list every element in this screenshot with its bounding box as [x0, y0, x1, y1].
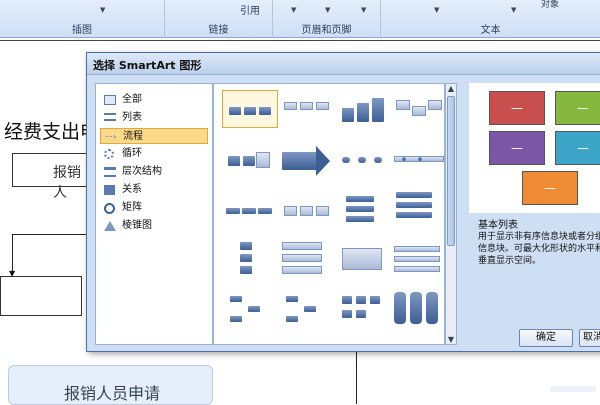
ribbon-group-header-footer: ▼ ▼ ▼ 页眉和页脚: [273, 0, 381, 38]
layout-thumbnail[interactable]: [336, 90, 392, 128]
layout-thumbnail[interactable]: [390, 90, 444, 128]
chevron-down-icon[interactable]: ▼: [100, 6, 105, 14]
layout-thumbnail[interactable]: [278, 140, 334, 178]
chevron-down-icon[interactable]: ▼: [325, 6, 330, 14]
ribbon-group-text: ▼ ▼ 对象 文本: [381, 0, 600, 38]
cancel-button[interactable]: 取消: [579, 329, 600, 347]
chevron-down-icon[interactable]: ▼: [361, 6, 366, 14]
matrix-icon: [104, 203, 115, 214]
layout-thumbnail[interactable]: [336, 140, 392, 178]
category-list: 全部 列表 ⋯› 流程 循环 层次结构 关系 矩阵 棱锥图: [95, 83, 213, 345]
layout-thumbnail[interactable]: [278, 240, 334, 278]
preview-tile: —: [489, 131, 545, 165]
scroll-up-icon[interactable]: ▲: [447, 84, 455, 93]
category-label: 矩阵: [122, 202, 142, 213]
ribbon-group-illustrations: ▼ 插图: [0, 0, 165, 38]
pyramid-icon: [104, 221, 116, 231]
cycle-icon: [104, 149, 114, 159]
layout-thumbnail[interactable]: [222, 190, 278, 228]
all-icon: [104, 95, 116, 105]
ref-label[interactable]: 引用: [240, 2, 260, 17]
smartart-shape[interactable]: 报销人员申请: [8, 365, 213, 405]
layout-thumbnail[interactable]: [336, 190, 392, 228]
connector-line: [12, 234, 13, 272]
category-item-cycle[interactable]: 循环: [100, 146, 208, 162]
category-label: 棱锥图: [122, 220, 152, 231]
chevron-down-icon[interactable]: ▼: [291, 6, 296, 14]
watermark-logo: [550, 386, 596, 392]
chevron-down-icon[interactable]: ▼: [511, 6, 516, 14]
layout-thumbnail[interactable]: [390, 240, 444, 278]
layout-thumbnail[interactable]: [222, 240, 278, 278]
layout-thumbnail[interactable]: [278, 90, 334, 128]
layout-thumbnail[interactable]: [222, 290, 278, 328]
dialog-title: 选择 SmartArt 图形: [87, 53, 600, 75]
category-item-all[interactable]: 全部: [100, 92, 208, 108]
connector-line: [12, 234, 92, 235]
layout-thumbnail[interactable]: [336, 240, 392, 278]
shape-text: 报销人员申请: [64, 384, 161, 403]
ribbon: ▼ 插图 引用 链接 ▼ ▼ ▼ 页眉和页脚 ▼ ▼ 对象 文本: [0, 0, 600, 38]
category-label: 流程: [123, 131, 143, 142]
layout-thumbnail[interactable]: [222, 90, 278, 128]
layout-thumbnail[interactable]: [336, 290, 392, 328]
smartart-dialog: 选择 SmartArt 图形 全部 列表 ⋯› 流程 循环 层次结构 关系 矩阵: [86, 52, 600, 352]
category-label: 层次结构: [122, 166, 162, 177]
preview-tile: —: [489, 91, 545, 125]
ribbon-group-links: 引用 链接: [165, 0, 273, 38]
ok-button[interactable]: 确定: [519, 329, 573, 347]
layout-gallery: [213, 83, 445, 345]
preview-tile: —: [555, 91, 600, 125]
category-item-process[interactable]: ⋯› 流程: [100, 128, 208, 144]
divider: [0, 40, 600, 41]
layout-thumbnail[interactable]: [390, 290, 444, 328]
layout-thumbnail[interactable]: [278, 290, 334, 328]
hierarchy-icon: [104, 167, 116, 177]
preview-tile: —: [555, 131, 600, 165]
category-item-hierarchy[interactable]: 层次结构: [100, 164, 208, 180]
flow-box[interactable]: [0, 276, 82, 316]
flow-box[interactable]: 报销人: [12, 153, 92, 201]
ribbon-group-label: 链接: [208, 25, 229, 36]
preview-description: 用于显示非有序信息块或者分组信息块。可最大化形状的水平和垂直显示空间。: [478, 232, 600, 266]
chevron-down-icon[interactable]: ▼: [434, 6, 439, 14]
category-item-matrix[interactable]: 矩阵: [100, 200, 208, 216]
scroll-down-icon[interactable]: ▼: [447, 335, 455, 344]
category-label: 循环: [122, 148, 142, 159]
object-label[interactable]: 对象: [541, 0, 559, 10]
relationship-icon: [104, 185, 115, 195]
scrollbar-thumb[interactable]: [447, 96, 455, 246]
category-item-relationship[interactable]: 关系: [100, 182, 208, 198]
preview-tile: —: [522, 171, 578, 205]
gallery-scrollbar[interactable]: ▲ ▼: [445, 83, 457, 345]
layout-thumbnail[interactable]: [390, 190, 444, 228]
category-item-list[interactable]: 列表: [100, 110, 208, 126]
process-icon: ⋯›: [105, 132, 117, 141]
preview-panel: — — — — —: [469, 83, 600, 213]
category-item-pyramid[interactable]: 棱锥图: [100, 218, 208, 234]
layout-thumbnail[interactable]: [390, 140, 444, 178]
ribbon-group-label: 插图: [72, 25, 92, 36]
ribbon-group-label: 页眉和页脚: [301, 25, 352, 36]
list-icon: [104, 113, 116, 121]
document-heading: 经费支出申: [4, 121, 100, 143]
preview-title: 基本列表: [478, 220, 518, 231]
layout-thumbnail[interactable]: [278, 190, 334, 228]
ribbon-group-label: 文本: [480, 25, 501, 36]
category-label: 关系: [122, 184, 142, 195]
category-label: 列表: [122, 112, 142, 123]
layout-thumbnail[interactable]: [222, 140, 278, 178]
category-label: 全部: [122, 94, 142, 105]
